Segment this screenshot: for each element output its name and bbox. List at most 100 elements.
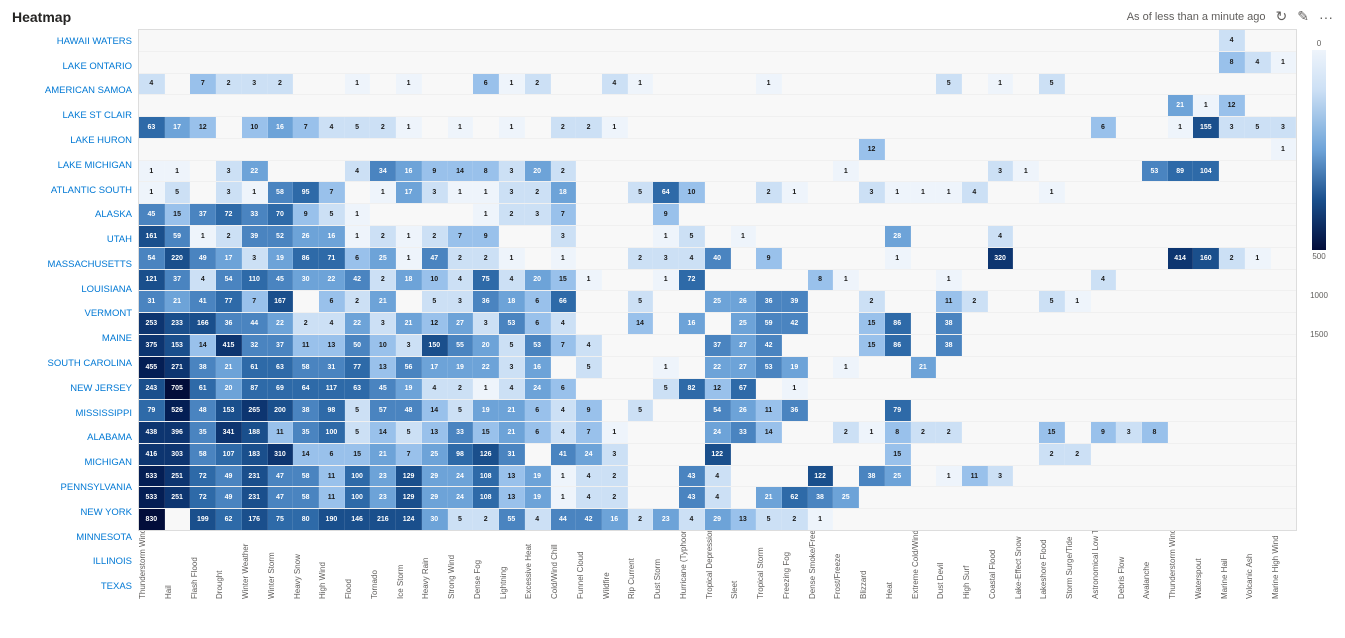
heatmap-cell[interactable] — [448, 74, 474, 95]
heatmap-cell[interactable]: 40 — [705, 248, 731, 269]
heatmap-cell[interactable]: 6 — [525, 291, 551, 312]
heatmap-cell[interactable] — [473, 52, 499, 73]
heatmap-cell[interactable]: 129 — [396, 487, 422, 508]
heatmap-cell[interactable]: 11 — [962, 466, 988, 487]
heatmap-cell[interactable] — [833, 226, 859, 247]
x-axis-label[interactable]: Lakeshore Flood — [1039, 531, 1065, 599]
heatmap-cell[interactable] — [422, 95, 448, 116]
heatmap-cell[interactable]: 29 — [422, 466, 448, 487]
heatmap-cell[interactable] — [370, 204, 396, 225]
heatmap-cell[interactable] — [988, 117, 1014, 138]
heatmap-cell[interactable]: 1 — [988, 74, 1014, 95]
heatmap-cell[interactable]: 36 — [756, 291, 782, 312]
heatmap-cell[interactable] — [551, 357, 577, 378]
heatmap-cell[interactable] — [782, 95, 808, 116]
heatmap-cell[interactable] — [1219, 422, 1245, 443]
heatmap-cell[interactable] — [1065, 335, 1091, 356]
heatmap-cell[interactable]: 2 — [782, 509, 808, 530]
heatmap-cell[interactable] — [602, 52, 628, 73]
heatmap-cell[interactable]: 18 — [396, 270, 422, 291]
heatmap-cell[interactable]: 43 — [679, 487, 705, 508]
heatmap-cell[interactable]: 26 — [731, 400, 757, 421]
heatmap-cell[interactable]: 54 — [139, 248, 165, 269]
heatmap-cell[interactable] — [962, 357, 988, 378]
heatmap-cell[interactable] — [859, 357, 885, 378]
heatmap-cell[interactable] — [268, 52, 294, 73]
heatmap-cell[interactable]: 61 — [190, 379, 216, 400]
heatmap-cell[interactable] — [216, 52, 242, 73]
heatmap-cell[interactable]: 35 — [293, 422, 319, 443]
x-axis-label[interactable]: Tropical Depression — [705, 531, 731, 599]
heatmap-cell[interactable] — [1039, 30, 1065, 51]
heatmap-cell[interactable]: 4 — [962, 182, 988, 203]
heatmap-cell[interactable] — [1168, 509, 1194, 530]
heatmap-cell[interactable] — [1142, 313, 1168, 334]
heatmap-cell[interactable]: 13 — [370, 357, 396, 378]
heatmap-cell[interactable]: 58 — [268, 182, 294, 203]
heatmap-cell[interactable] — [936, 204, 962, 225]
heatmap-cell[interactable]: 72 — [190, 466, 216, 487]
heatmap-cell[interactable] — [602, 379, 628, 400]
heatmap-cell[interactable] — [628, 444, 654, 465]
heatmap-cell[interactable] — [911, 30, 937, 51]
heatmap-cell[interactable]: 533 — [139, 487, 165, 508]
heatmap-cell[interactable]: 13 — [422, 422, 448, 443]
heatmap-cell[interactable] — [1116, 139, 1142, 160]
heatmap-cell[interactable]: 5 — [165, 182, 191, 203]
heatmap-cell[interactable] — [1271, 357, 1297, 378]
heatmap-cell[interactable] — [885, 52, 911, 73]
heatmap-cell[interactable] — [551, 52, 577, 73]
heatmap-cell[interactable]: 4 — [448, 270, 474, 291]
heatmap-cell[interactable]: 8 — [1219, 52, 1245, 73]
heatmap-cell[interactable]: 72 — [190, 487, 216, 508]
heatmap-cell[interactable] — [653, 95, 679, 116]
heatmap-cell[interactable] — [1168, 400, 1194, 421]
heatmap-cell[interactable] — [859, 509, 885, 530]
heatmap-cell[interactable]: 7 — [242, 291, 268, 312]
heatmap-cell[interactable] — [628, 30, 654, 51]
heatmap-cell[interactable]: 1 — [1168, 117, 1194, 138]
heatmap-cell[interactable] — [1193, 291, 1219, 312]
heatmap-cell[interactable]: 4 — [1091, 270, 1117, 291]
heatmap-cell[interactable] — [1245, 400, 1271, 421]
heatmap-cell[interactable]: 2 — [216, 226, 242, 247]
heatmap-cell[interactable]: 1 — [551, 466, 577, 487]
heatmap-cell[interactable] — [962, 444, 988, 465]
heatmap-cell[interactable] — [833, 30, 859, 51]
heatmap-cell[interactable] — [782, 270, 808, 291]
heatmap-cell[interactable] — [1065, 117, 1091, 138]
heatmap-cell[interactable]: 39 — [782, 291, 808, 312]
heatmap-cell[interactable] — [1142, 226, 1168, 247]
heatmap-cell[interactable] — [988, 182, 1014, 203]
heatmap-cell[interactable]: 17 — [396, 182, 422, 203]
heatmap-cell[interactable] — [1013, 335, 1039, 356]
heatmap-cell[interactable] — [1091, 182, 1117, 203]
heatmap-cell[interactable]: 58 — [293, 487, 319, 508]
heatmap-cell[interactable] — [1091, 95, 1117, 116]
heatmap-cell[interactable] — [1039, 161, 1065, 182]
heatmap-cell[interactable]: 1 — [936, 270, 962, 291]
heatmap-cell[interactable] — [139, 30, 165, 51]
heatmap-cell[interactable] — [988, 313, 1014, 334]
heatmap-cell[interactable] — [911, 400, 937, 421]
heatmap-cell[interactable] — [628, 52, 654, 73]
heatmap-cell[interactable] — [988, 400, 1014, 421]
heatmap-cell[interactable]: 4 — [319, 313, 345, 334]
heatmap-cell[interactable]: 3 — [1219, 117, 1245, 138]
heatmap-cell[interactable] — [833, 74, 859, 95]
heatmap-cell[interactable] — [1091, 139, 1117, 160]
heatmap-cell[interactable] — [679, 117, 705, 138]
heatmap-cell[interactable]: 5 — [653, 379, 679, 400]
heatmap-cell[interactable] — [756, 379, 782, 400]
heatmap-cell[interactable]: 1 — [833, 357, 859, 378]
heatmap-cell[interactable] — [1219, 487, 1245, 508]
heatmap-cell[interactable] — [653, 444, 679, 465]
heatmap-cell[interactable]: 37 — [705, 335, 731, 356]
heatmap-cell[interactable] — [1142, 335, 1168, 356]
heatmap-cell[interactable]: 53 — [756, 357, 782, 378]
heatmap-cell[interactable]: 25 — [731, 313, 757, 334]
heatmap-cell[interactable] — [1193, 30, 1219, 51]
heatmap-cell[interactable] — [859, 400, 885, 421]
heatmap-cell[interactable]: 79 — [885, 400, 911, 421]
y-axis-label[interactable]: VERMONT — [8, 302, 138, 327]
